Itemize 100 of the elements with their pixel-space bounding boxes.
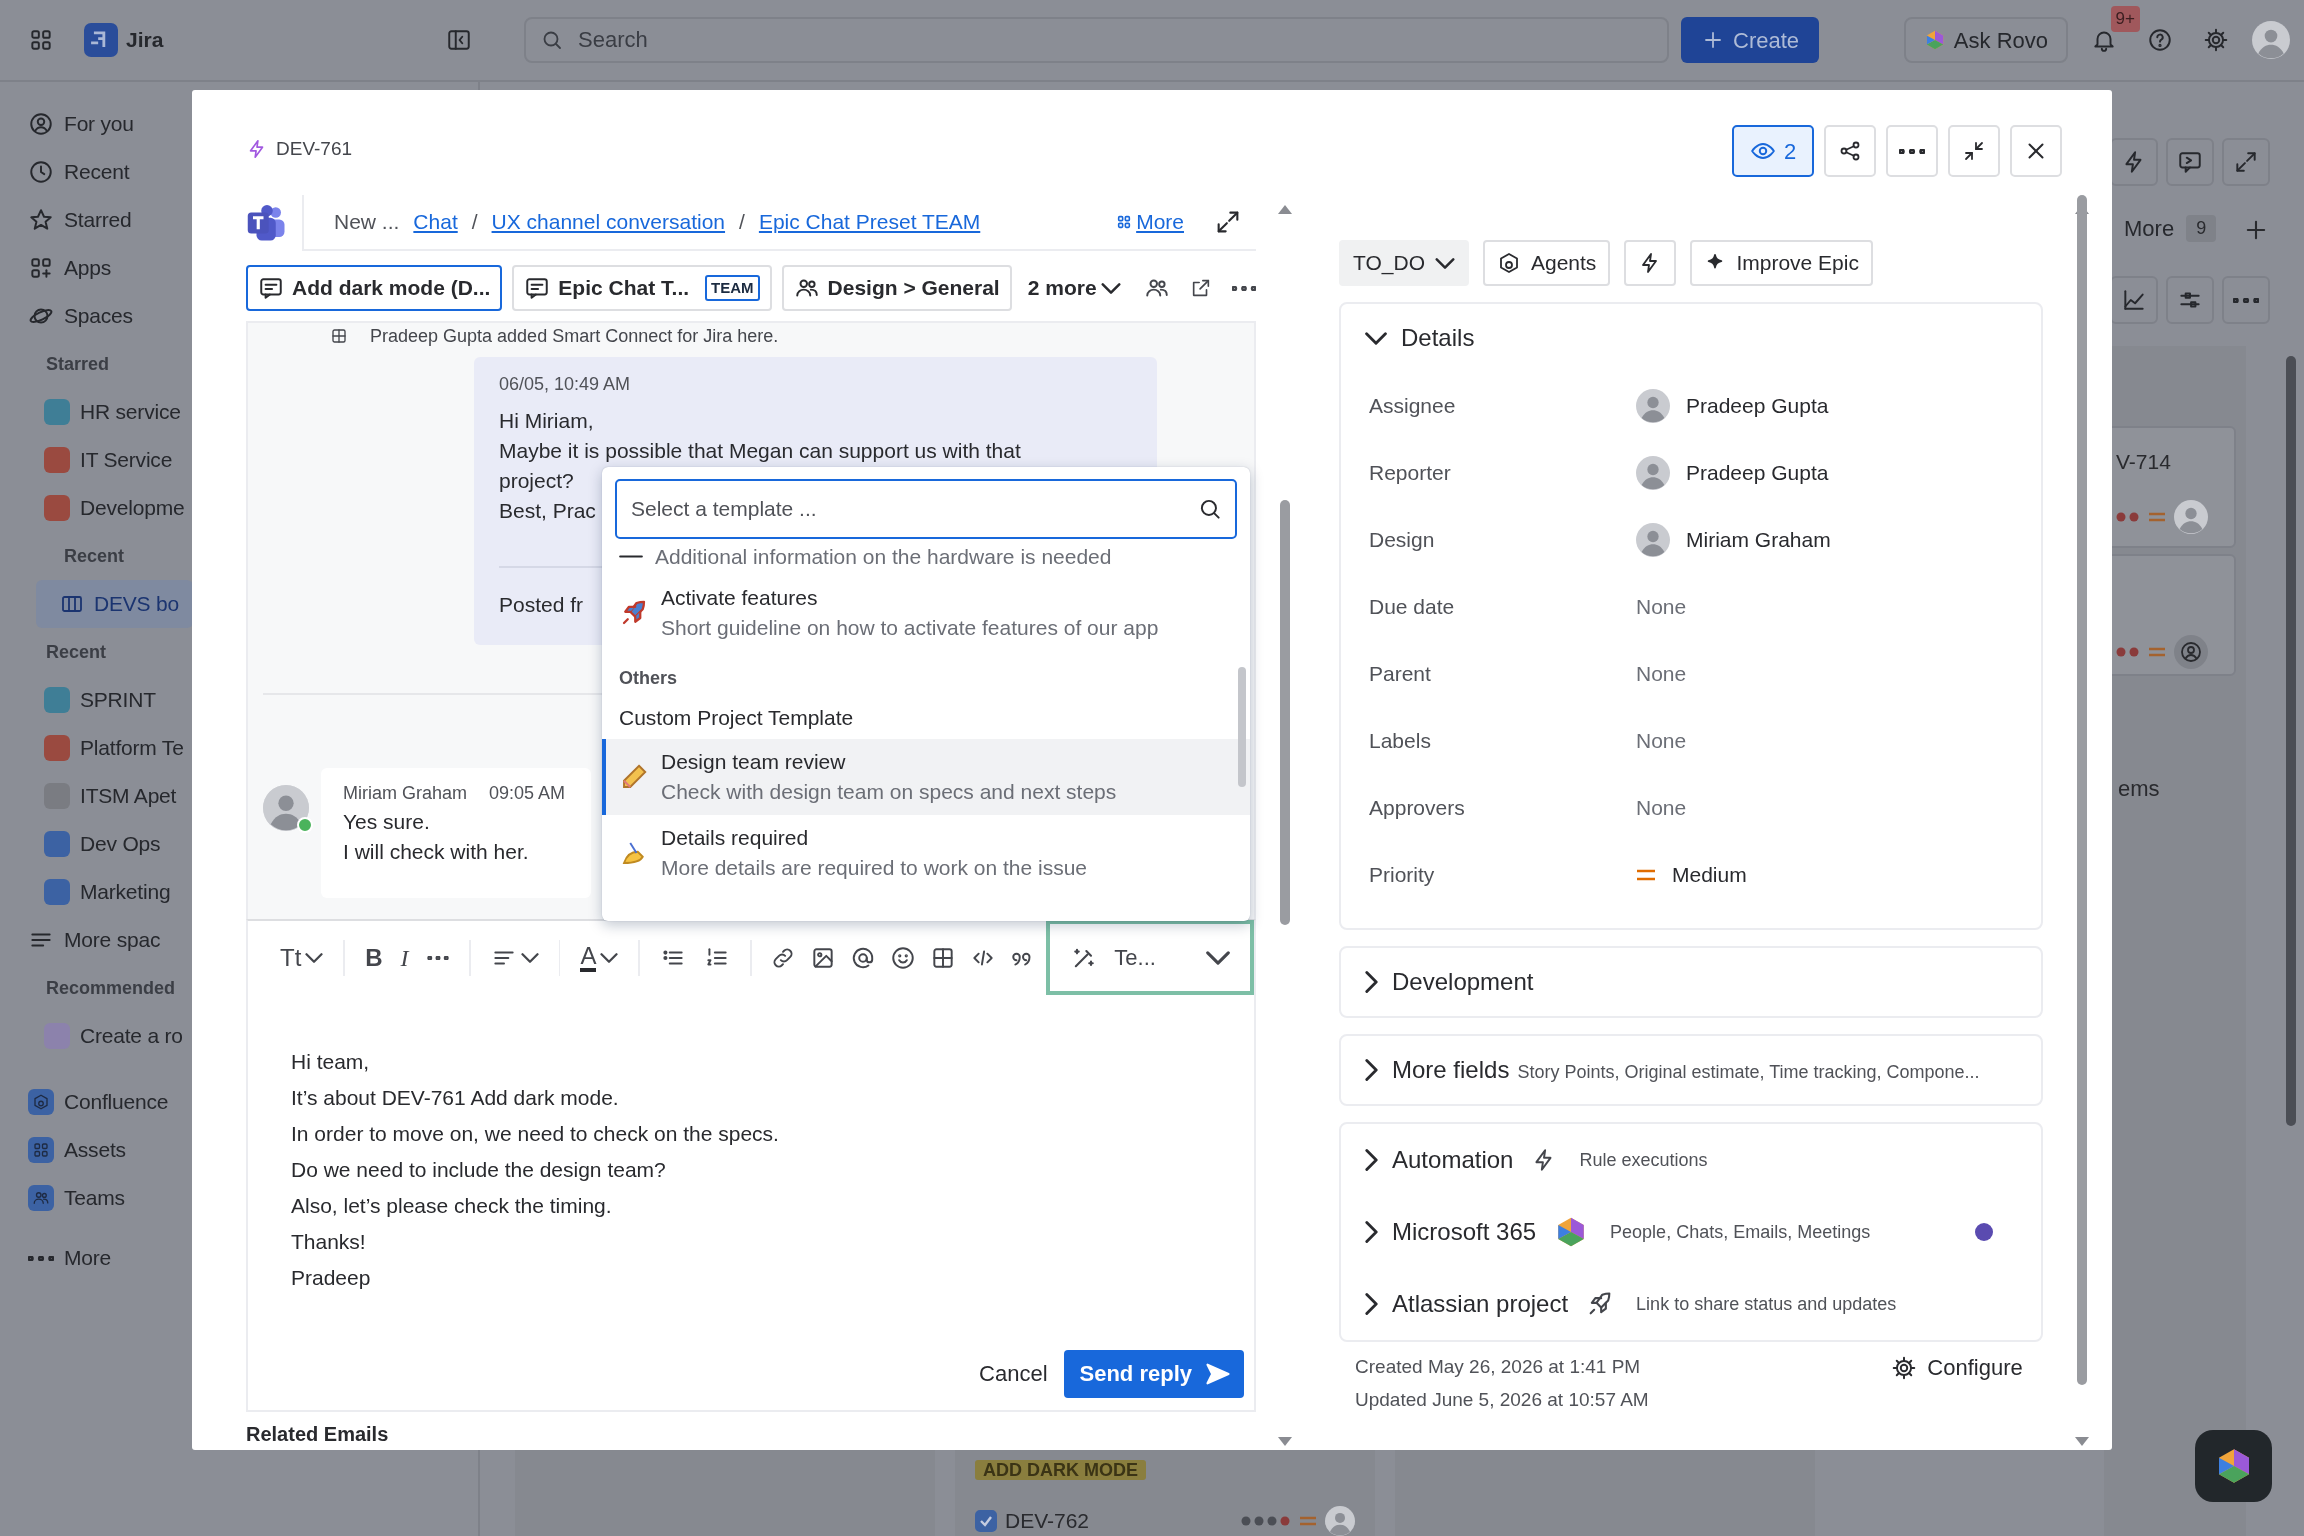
- sidebar-item[interactable]: Teams: [28, 1174, 193, 1222]
- sidebar-item[interactable]: Spaces: [28, 292, 193, 340]
- configure-button[interactable]: Configure: [1885, 1350, 2029, 1385]
- chevron-down-icon: [1100, 282, 1121, 294]
- field-label: Labels: [1369, 727, 1432, 754]
- scrollbar-thumb[interactable]: [1238, 667, 1246, 787]
- sidebar-item[interactable]: Developme: [28, 484, 193, 532]
- settings-icon: [2203, 27, 2229, 53]
- sidebar-item[interactable]: HR service: [28, 388, 193, 436]
- chat-tab[interactable]: Design > General: [781, 265, 1012, 311]
- sidebar-item[interactable]: Recent: [28, 148, 193, 196]
- sidebar-item[interactable]: Confluence: [28, 1078, 193, 1126]
- scroll-down-arrow[interactable]: [1278, 1437, 1292, 1446]
- more-tab[interactable]: More: [2124, 211, 2175, 245]
- scrollbar-thumb[interactable]: [2076, 195, 2087, 1385]
- created-date: Created May 26, 2026 at 1:41 PM: [1355, 1355, 1642, 1379]
- sidebar-item[interactable]: Apps: [28, 244, 193, 292]
- watchers-button[interactable]: 2: [1732, 125, 1814, 177]
- chevron-right-icon: [1365, 1149, 1378, 1171]
- sidebar-item[interactable]: DEVS bo: [36, 580, 193, 628]
- agents-button[interactable]: Agents: [1483, 240, 1611, 286]
- menu-item[interactable]: Design team review Check with design team on specs and next steps: [602, 739, 1250, 815]
- sidebar-item[interactable]: For you: [28, 100, 193, 148]
- sidebar-item[interactable]: Create a ro: [28, 1012, 193, 1060]
- dash-icon: [619, 555, 643, 559]
- story-points-icon: [1241, 1516, 1291, 1526]
- settings-icon: [1891, 1354, 1918, 1381]
- sidebar-item[interactable]: Assets: [28, 1126, 193, 1174]
- issue-key[interactable]: DEV-761: [276, 135, 353, 164]
- scroll-down-arrow[interactable]: [2074, 1437, 2089, 1446]
- field-value[interactable]: None: [1636, 657, 1687, 690]
- sidebar-item[interactable]: Platform Te: [28, 724, 193, 772]
- send-reply-button[interactable]: Send reply: [1063, 1349, 1244, 1398]
- feedback-button[interactable]: [2166, 138, 2214, 186]
- collapse-button[interactable]: [1948, 125, 2000, 177]
- more-tabs-button[interactable]: 2 more: [1021, 268, 1127, 308]
- notification-count: 9+: [2110, 6, 2140, 32]
- field-value[interactable]: None: [1636, 590, 1687, 623]
- sidebar-item[interactable]: SPRINT: [28, 676, 193, 724]
- more-link[interactable]: More: [1116, 206, 1184, 238]
- field-value[interactable]: None: [1636, 791, 1687, 824]
- menu-item[interactable]: Activate features Short guideline on how to activate features of our app: [602, 574, 1250, 651]
- text-color-button[interactable]: A: [574, 939, 625, 976]
- sidebar-item[interactable]: IT Service: [28, 436, 193, 484]
- message-author: Miriam Graham: [343, 782, 467, 805]
- field-value[interactable]: Pradeep Gupta: [1686, 456, 1829, 489]
- section-header[interactable]: More fields Story Points, Original estimate, Time tracking, Compone...: [1339, 1034, 2043, 1106]
- menu-item[interactable]: Custom Project Template: [602, 695, 1250, 739]
- fullscreen-button[interactable]: [2222, 138, 2270, 186]
- chevron-down-icon: [600, 952, 619, 963]
- sidebar-item[interactable]: More: [28, 1234, 193, 1282]
- text-style-button[interactable]: Tt: [274, 935, 330, 980]
- field-value[interactable]: Pradeep Gupta: [1686, 389, 1829, 422]
- person-avatar: [1636, 455, 1670, 490]
- editor-text: Pradeep: [291, 1265, 372, 1291]
- bold-button[interactable]: B: [359, 935, 389, 980]
- chat-tab[interactable]: Add dark mode (D...: [246, 265, 503, 311]
- priority-icon: [2148, 511, 2166, 522]
- person-avatar: [1636, 388, 1670, 423]
- app-icon: [330, 327, 348, 345]
- create-button[interactable]: Create: [1681, 17, 1820, 63]
- details-header[interactable]: Details: [1341, 304, 2041, 372]
- chat-tab[interactable]: Epic Chat T... TEAM: [512, 265, 772, 311]
- integration-row[interactable]: Automation Rule executions: [1341, 1124, 2041, 1196]
- close-button[interactable]: [2010, 125, 2062, 177]
- expand-icon: [2233, 149, 2259, 175]
- breadcrumb-link[interactable]: Epic Chat Preset TEAM: [758, 206, 981, 238]
- italic-button[interactable]: I: [394, 935, 415, 980]
- field-value[interactable]: Miriam Graham: [1686, 523, 1831, 556]
- field-value[interactable]: Medium: [1672, 858, 1747, 891]
- menu-item[interactable]: Details required More details are required to work on the issue: [602, 815, 1250, 891]
- sidebar-item[interactable]: ITSM Apet: [28, 772, 193, 820]
- field-value[interactable]: None: [1636, 724, 1687, 757]
- scroll-up-arrow[interactable]: [1278, 205, 1292, 214]
- view-settings-button[interactable]: [2166, 276, 2214, 324]
- sidebar-item[interactable]: Starred: [28, 196, 193, 244]
- editor-text: In order to move on, we need to check on the specs.: [291, 1121, 780, 1147]
- editor-text: Also, let’s please check the timing.: [291, 1193, 613, 1219]
- improve-epic-button[interactable]: Improve Epic: [1690, 240, 1873, 286]
- sidebar-item[interactable]: More spac: [28, 916, 193, 964]
- apps-icon: [1116, 214, 1133, 230]
- share-button[interactable]: [1824, 125, 1876, 177]
- ask-rovo-button[interactable]: Ask Rovo: [1903, 17, 2068, 63]
- integration-row[interactable]: Microsoft 365 People, Chats, Emails, Meetings: [1341, 1196, 2041, 1268]
- breadcrumb-link[interactable]: UX channel conversation: [491, 206, 726, 238]
- template-button[interactable]: Te...: [1046, 920, 1254, 995]
- sidebar-item[interactable]: Marketing: [28, 868, 193, 916]
- nav-icon: [28, 1255, 54, 1261]
- checkbox[interactable]: [975, 1510, 997, 1532]
- reply-editor[interactable]: [246, 994, 1256, 1412]
- scrollbar-thumb[interactable]: [2286, 356, 2296, 1126]
- rovo-chat-button[interactable]: [2195, 1430, 2272, 1502]
- cancel-button[interactable]: Cancel: [979, 1349, 1048, 1398]
- breadcrumb-link[interactable]: Chat: [413, 206, 458, 238]
- section-header[interactable]: Development: [1339, 946, 2043, 1018]
- scrollbar-thumb[interactable]: [1280, 500, 1290, 925]
- status-dropdown[interactable]: TO_DO: [1339, 240, 1469, 286]
- story-points-icon: [2116, 511, 2140, 522]
- sidebar-item[interactable]: Dev Ops: [28, 820, 193, 868]
- integration-row[interactable]: Atlassian project Link to share status and updates: [1341, 1268, 2041, 1340]
